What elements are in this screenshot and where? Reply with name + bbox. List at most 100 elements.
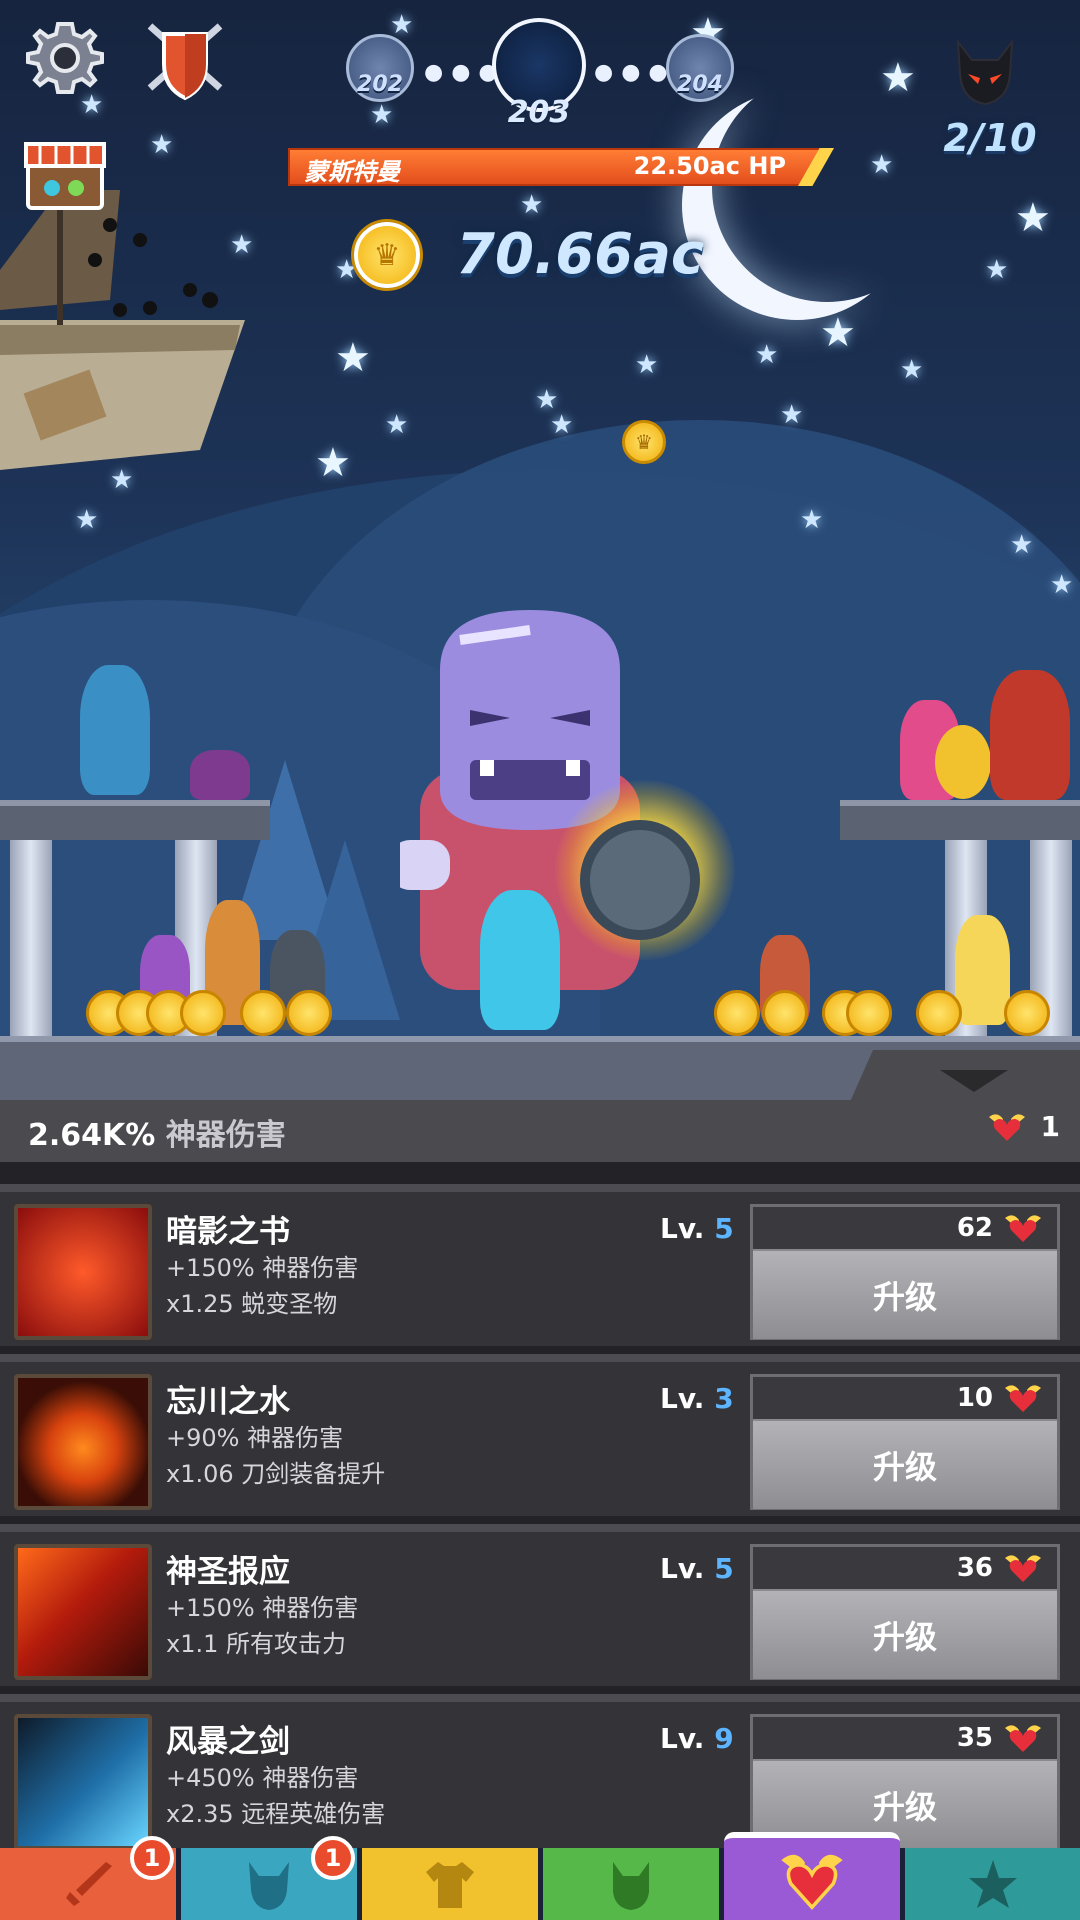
tab-heroes[interactable]: 1 [181, 1836, 357, 1920]
pet-icon [613, 1862, 649, 1910]
stage-next: 204 [666, 34, 734, 102]
upgrade-cost: 10 [753, 1377, 1057, 1419]
artifact-level: Lv. 3 [660, 1382, 734, 1415]
artifact-level: Lv. 5 [660, 1552, 734, 1585]
upgrade-button[interactable]: 35 升级 [750, 1714, 1060, 1848]
artifact-name: 暗影之书 [166, 1214, 290, 1250]
artifact-bonus: x1.06 刀剑装备提升 [166, 1460, 386, 1488]
boss-hp-bar: 蒙斯特曼 22.50ac HP [288, 148, 828, 186]
artifact-name: 神圣报应 [166, 1554, 290, 1590]
gear-icon [26, 22, 104, 94]
game-scene[interactable]: ★ ★ ★ ★ ★ ★ ★ ★ ★ ★ ★ ★ ★ ★ ★ ★ ★ ★ ★ ★ … [0, 0, 1080, 1100]
hero-cannoneer[interactable] [990, 670, 1070, 800]
hero-dark-knight[interactable] [80, 665, 150, 795]
total-artifact-damage-label: 神器伤害 [165, 1118, 286, 1153]
level-prefix: Lv. [660, 1382, 705, 1415]
upgrade-button[interactable]: 62 升级 [750, 1204, 1060, 1340]
level-prefix: Lv. [660, 1552, 705, 1585]
artifact-list[interactable]: 暗影之书 +150% 神器伤害 x1.25 蜕变圣物 Lv. 5 62 升级 忘… [0, 1162, 1080, 1848]
upgrade-button[interactable]: 36 升级 [750, 1544, 1060, 1680]
demon-icon [950, 38, 1020, 108]
gold-coin-icon: ♛ [354, 222, 420, 288]
gold-coin-pickup[interactable] [762, 990, 808, 1036]
tab-achievements[interactable] [905, 1848, 1080, 1920]
artifact-row: 暗影之书 +150% 神器伤害 x1.25 蜕变圣物 Lv. 5 62 升级 [0, 1184, 1080, 1346]
artifact-effect: +150% 神器伤害 [166, 1254, 359, 1282]
crescent-moon [712, 72, 942, 302]
artifact-row: 忘川之水 +90% 神器伤害 x1.06 刀剑装备提升 Lv. 3 10 升级 [0, 1354, 1080, 1516]
artifact-level: Lv. 5 [660, 1212, 734, 1245]
gold-coin-pickup[interactable] [916, 990, 962, 1036]
gold-coin-pickup[interactable] [846, 990, 892, 1036]
hero-blonde-fighter[interactable] [955, 915, 1010, 1025]
shop-stall-icon [24, 142, 106, 210]
hero-ninja[interactable] [190, 750, 250, 800]
tab-artifacts[interactable] [724, 1832, 900, 1920]
gold-coin-pickup[interactable] [1004, 990, 1050, 1036]
shield-crossed-swords-icon [147, 23, 223, 101]
upgrade-cost: 62 [753, 1207, 1057, 1249]
artifact-panel-header: 2.64K% 神器伤害 1 [0, 1100, 1080, 1162]
stage-previous-number: 202 [357, 72, 403, 97]
clan-shield-button[interactable] [142, 18, 228, 104]
sword-icon [66, 1862, 112, 1906]
winged-heart-icon [1005, 1385, 1041, 1412]
settings-button[interactable] [24, 18, 106, 100]
chevron-down-icon[interactable] [940, 1070, 1008, 1092]
boss-hp-value: 22.50ac HP [633, 152, 786, 180]
artifact-level: Lv. 9 [660, 1722, 734, 1755]
floating-gold-coin[interactable]: ♛ [622, 420, 666, 464]
winged-heart-icon [781, 1854, 843, 1910]
upgrade-button[interactable]: 10 升级 [750, 1374, 1060, 1510]
artifact-effect: +150% 神器伤害 [166, 1594, 359, 1622]
relic-counter: 1 [987, 1110, 1060, 1143]
level-number: 9 [714, 1722, 734, 1755]
upgrade-cost-value: 62 [956, 1213, 993, 1243]
star-icon [969, 1860, 1017, 1908]
shop-button[interactable] [22, 136, 108, 212]
tab-equipment[interactable] [362, 1848, 538, 1920]
tab-pets[interactable] [543, 1848, 719, 1920]
divine-retribution-icon [14, 1544, 152, 1680]
boss-kill-counter: 2/10 [943, 116, 1037, 160]
hero-egg-pet[interactable] [935, 725, 991, 799]
level-number: 5 [714, 1552, 734, 1585]
gold-coin-pickup[interactable] [286, 990, 332, 1036]
artifact-name: 风暴之剑 [166, 1724, 290, 1760]
stage-dots-right: ●●● [594, 60, 676, 85]
tab-sword-master[interactable]: 1 [0, 1836, 176, 1920]
total-artifact-damage: 2.64K% 神器伤害 [28, 1110, 286, 1154]
stage-current: 203 [492, 18, 586, 130]
storm-sword-icon [14, 1714, 152, 1848]
artifact-name: 忘川之水 [166, 1384, 290, 1420]
stage-previous: 202 [346, 34, 414, 102]
level-prefix: Lv. [660, 1212, 705, 1245]
upgrade-label: 升级 [753, 1591, 1057, 1679]
winged-heart-icon [1005, 1555, 1041, 1582]
artifact-effect: +90% 神器伤害 [166, 1424, 344, 1452]
gold-coin-pickup[interactable] [240, 990, 286, 1036]
upgrade-cost: 36 [753, 1547, 1057, 1589]
gold-coin-pickup[interactable] [714, 990, 760, 1036]
right-stone-ledge [840, 800, 1080, 840]
gold-amount: 70.66ac [456, 222, 705, 287]
stone-pillar [10, 840, 52, 1040]
bottom-tab-bar: 1 1 [0, 1832, 1080, 1920]
lethe-water-icon [14, 1374, 152, 1510]
armor-shirt-icon [426, 1862, 474, 1908]
stage-next-number: 204 [677, 72, 723, 97]
hero-player-swordmaster[interactable] [480, 890, 560, 1030]
tab-badge: 1 [130, 1836, 174, 1880]
attack-impact-ring [580, 820, 700, 940]
winged-heart-icon [988, 1113, 1025, 1141]
upgrade-label: 升级 [753, 1421, 1057, 1509]
level-number: 5 [714, 1212, 734, 1245]
upgrade-cost: 35 [753, 1717, 1057, 1759]
hero-helmet-icon [249, 1862, 289, 1910]
gold-coin-pickup[interactable] [180, 990, 226, 1036]
level-number: 3 [714, 1382, 734, 1415]
boss-name: 蒙斯特曼 [304, 158, 400, 186]
total-artifact-damage-value: 2.64K% [28, 1118, 156, 1153]
upgrade-cost-value: 10 [956, 1383, 993, 1413]
artifact-row: 风暴之剑 +450% 神器伤害 x2.35 远程英雄伤害 Lv. 9 35 升级 [0, 1694, 1080, 1848]
